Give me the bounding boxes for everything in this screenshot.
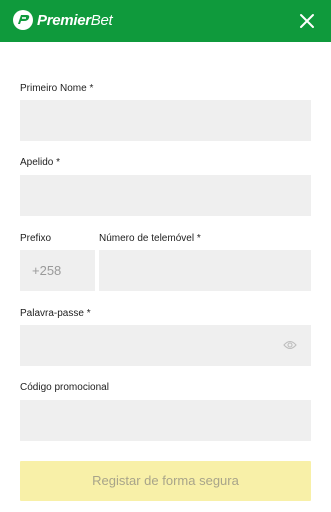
premier-bet-logo[interactable]: PremierBet — [12, 9, 113, 31]
prefix-value: +258 — [32, 263, 62, 278]
promo-code-input[interactable] — [20, 400, 311, 441]
prefix-select[interactable]: +258 — [20, 250, 95, 291]
surname-label: Apelido * — [20, 157, 61, 168]
password-label: Palavra-passe * — [20, 308, 91, 319]
first-name-label: Primeiro Nome * — [20, 83, 94, 94]
brand-name: PremierBet — [37, 11, 113, 29]
first-name-input[interactable] — [20, 100, 311, 141]
password-field[interactable] — [20, 325, 311, 366]
register-button[interactable]: Registar de forma segura — [20, 461, 311, 501]
close-icon[interactable] — [297, 11, 317, 31]
prefix-label: Prefixo — [20, 233, 52, 244]
eye-icon[interactable] — [283, 339, 297, 351]
top-bar: PremierBet — [0, 0, 331, 42]
promo-label: Código promocional — [20, 382, 109, 393]
phone-label: Número de telemóvel * — [99, 233, 201, 244]
phone-input[interactable] — [99, 250, 311, 291]
surname-input[interactable] — [20, 175, 311, 216]
premier-bet-logo-icon — [13, 10, 33, 30]
